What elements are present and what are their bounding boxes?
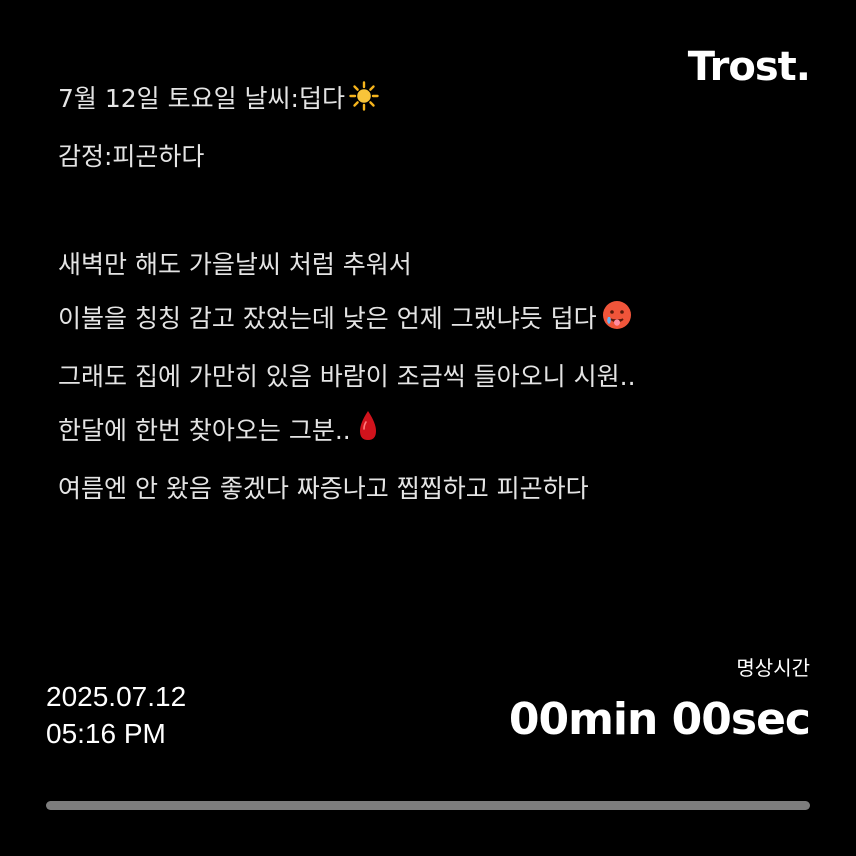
hot-face-icon bbox=[601, 296, 633, 350]
meditation-time-label: 명상시간 bbox=[736, 656, 810, 680]
date-weather-text: 7월 12일 토요일 날씨:덥다 bbox=[58, 84, 345, 113]
date-weather-line: 7월 12일 토요일 날씨:덥다 bbox=[58, 72, 778, 130]
entry-line-6-text: 한달에 한번 찾아오는 그분.. bbox=[58, 416, 351, 445]
entry-time: 05:16 PM bbox=[46, 718, 166, 749]
entry-line-6: 한달에 한번 찾아오는 그분.. bbox=[58, 404, 778, 462]
entry-timestamp: 2025.07.12 05:16 PM bbox=[46, 678, 186, 752]
entry-line-4-text: 이불을 칭칭 감고 잤었는데 낮은 언제 그랬냐듯 덥다 bbox=[58, 304, 597, 333]
meditation-progress-bar[interactable] bbox=[46, 801, 810, 810]
meditation-timer: 00min 00sec bbox=[508, 694, 811, 745]
emotion-line: 감정:피곤하다 bbox=[58, 142, 205, 171]
entry-line-4: 이불을 칭칭 감고 잤었는데 낮은 언제 그랬냐듯 덥다 bbox=[58, 292, 778, 350]
entry-line-5: 그래도 집에 가만히 있음 바람이 조금씩 들아오니 시원.. bbox=[58, 362, 636, 391]
journal-entry: 7월 12일 토요일 날씨:덥다 감정:피곤하다 새벽만 해도 가을날씨 처럼 … bbox=[58, 72, 778, 516]
sun-icon bbox=[349, 76, 379, 130]
entry-date: 2025.07.12 bbox=[46, 681, 187, 712]
drop-of-blood-icon bbox=[355, 408, 381, 462]
entry-line-7: 여름엔 안 왔음 좋겠다 짜증나고 찝찝하고 피곤하다 bbox=[58, 474, 589, 503]
entry-line-3: 새벽만 해도 가을날씨 처럼 추워서 bbox=[58, 250, 412, 279]
